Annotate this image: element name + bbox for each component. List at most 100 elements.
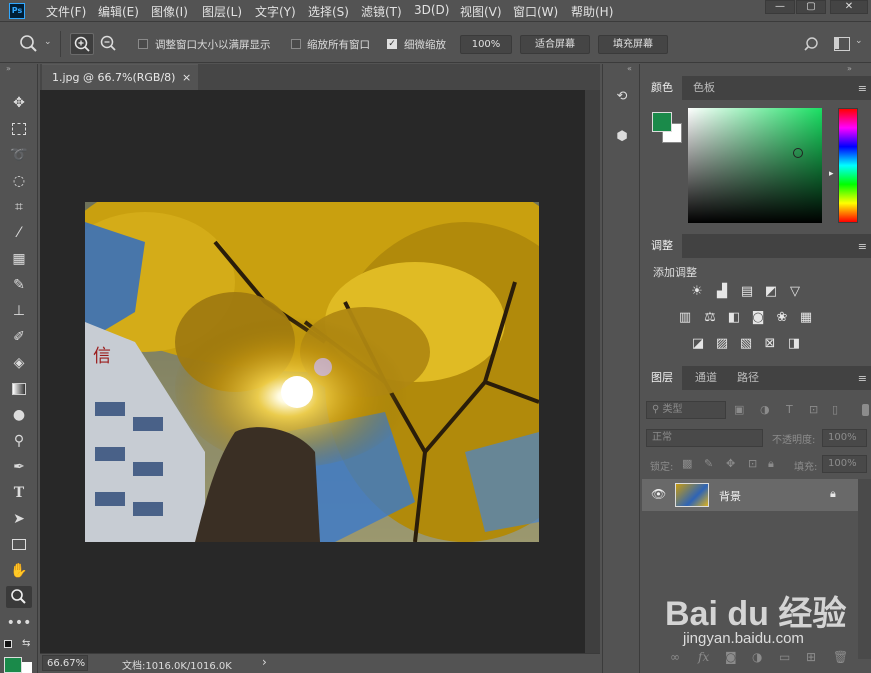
fill-input[interactable]: 100%	[822, 455, 867, 473]
menu-view[interactable]: 视图(V)	[460, 3, 502, 20]
eyedropper-tool-icon[interactable]: ⁄	[6, 222, 32, 244]
shape-filter-icon[interactable]: ⊡	[809, 401, 818, 419]
marquee-tool-icon[interactable]	[6, 118, 32, 140]
swap-colors-icon[interactable]: ⇆	[22, 638, 30, 649]
gradient-map-icon[interactable]: ◨	[785, 336, 803, 352]
color-field[interactable]	[688, 108, 822, 223]
layer-filter-select[interactable]: ⚲ 类型	[646, 401, 726, 419]
status-menu-arrow[interactable]: ›	[262, 655, 267, 669]
zoom-out-icon[interactable]	[97, 33, 121, 55]
zoom-in-icon[interactable]	[70, 33, 94, 55]
lock-transparent-icon[interactable]: ▩	[682, 455, 692, 473]
zoom-tool-icon[interactable]	[6, 586, 32, 608]
default-colors-icon[interactable]	[4, 640, 12, 648]
lock-position-icon[interactable]: ✥	[726, 455, 735, 473]
menu-3d[interactable]: 3D(D)	[414, 3, 449, 17]
opacity-input[interactable]: 100%	[822, 429, 867, 447]
layer-row[interactable]: 👁︎ 背景 🔒︎	[642, 479, 858, 511]
tab-color[interactable]: 颜色	[642, 76, 682, 100]
hue-saturation-icon[interactable]: ▥	[676, 310, 694, 326]
adjustment-filter-icon[interactable]: ◑	[760, 401, 770, 419]
history-panel-icon[interactable]: ⟲	[611, 86, 633, 108]
vertical-scrollbar[interactable]	[585, 90, 600, 653]
fit-screen-button[interactable]: 适合屏幕	[520, 35, 590, 54]
zoom-100-button[interactable]: 100%	[460, 35, 512, 54]
pen-tool-icon[interactable]: ✒	[6, 456, 32, 478]
filter-toggle[interactable]	[862, 404, 869, 416]
collapse-arrows-icon[interactable]: »	[847, 64, 852, 73]
menu-window[interactable]: 窗口(W)	[513, 3, 558, 20]
type-tool-icon[interactable]: T	[6, 482, 32, 504]
healing-brush-tool-icon[interactable]: ▦	[6, 248, 32, 270]
smart-object-filter-icon[interactable]: ▯	[832, 401, 838, 419]
tab-adjustments[interactable]: 调整	[642, 234, 682, 258]
hue-slider[interactable]	[838, 108, 858, 223]
lock-all-icon[interactable]: 🔒︎	[768, 455, 774, 473]
panel-menu-icon[interactable]: ≡	[858, 240, 867, 253]
move-tool-icon[interactable]: ✥	[6, 92, 32, 114]
selective-color-icon[interactable]: ⊠	[761, 336, 779, 352]
close-tab-icon[interactable]: ×	[182, 65, 191, 90]
posterize-icon[interactable]: ▨	[713, 336, 731, 352]
levels-icon[interactable]: ▟	[713, 284, 731, 300]
expand-arrows-icon[interactable]: «	[627, 64, 632, 73]
menu-image[interactable]: 图像(I)	[151, 3, 188, 20]
panel-menu-icon[interactable]: ≡	[858, 82, 867, 95]
properties-panel-icon[interactable]: ⬢	[611, 126, 633, 148]
quick-selection-tool-icon[interactable]: ◌	[6, 170, 32, 192]
gradient-tool-icon[interactable]	[6, 378, 32, 400]
foreground-color-swatch[interactable]	[4, 657, 22, 673]
minimize-button[interactable]: —	[765, 0, 795, 14]
visibility-eye-icon[interactable]: 👁︎	[651, 487, 666, 501]
zoom-level-field[interactable]: 66.67%	[42, 655, 88, 671]
type-filter-icon[interactable]: T	[786, 401, 793, 419]
close-button[interactable]: ✕	[830, 0, 868, 14]
hand-tool-icon[interactable]: ✋	[6, 560, 32, 582]
menu-edit[interactable]: 编辑(E)	[98, 3, 139, 20]
history-brush-tool-icon[interactable]: ✐	[6, 326, 32, 348]
more-tools-icon[interactable]: •••	[6, 612, 32, 634]
rectangle-tool-icon[interactable]	[6, 534, 32, 556]
dodge-tool-icon[interactable]: ⚲	[6, 430, 32, 452]
invert-icon[interactable]: ◪	[689, 336, 707, 352]
menu-select[interactable]: 选择(S)	[308, 3, 349, 20]
tab-paths[interactable]: 路径	[728, 366, 768, 390]
vibrance-icon[interactable]: ▽	[786, 284, 804, 300]
clone-stamp-tool-icon[interactable]: ⊥	[6, 300, 32, 322]
panel-menu-icon[interactable]: ≡	[858, 372, 867, 385]
brush-tool-icon[interactable]: ✎	[6, 274, 32, 296]
maximize-button[interactable]: ▢	[796, 0, 826, 14]
menu-type[interactable]: 文字(Y)	[255, 3, 296, 20]
black-white-icon[interactable]: ◧	[725, 310, 743, 326]
crop-tool-icon[interactable]: ⌗	[6, 196, 32, 218]
chevron-down-icon[interactable]: ⌄	[855, 36, 863, 46]
curves-icon[interactable]: ▤	[738, 284, 756, 300]
exposure-icon[interactable]: ◩	[762, 284, 780, 300]
search-icon[interactable]	[803, 35, 823, 55]
tab-swatches[interactable]: 色板	[684, 76, 724, 100]
hue-slider-marker[interactable]: ▸	[829, 169, 834, 179]
brightness-icon[interactable]: ☀	[688, 284, 706, 300]
chevron-down-icon[interactable]: ⌄	[44, 37, 52, 47]
canvas-area[interactable]: 信	[40, 90, 585, 653]
threshold-icon[interactable]: ▧	[737, 336, 755, 352]
scrubby-zoom-checkbox[interactable]: ✓	[387, 39, 397, 49]
collapse-arrows-icon[interactable]: »	[6, 64, 11, 73]
menu-filter[interactable]: 滤镜(T)	[361, 3, 402, 20]
channel-mixer-icon[interactable]: ❀	[773, 310, 791, 326]
path-selection-tool-icon[interactable]: ➤	[6, 508, 32, 530]
foreground-color-chip[interactable]	[652, 112, 672, 132]
color-lookup-icon[interactable]: ▦	[797, 310, 815, 326]
document-tab[interactable]: 1.jpg @ 66.7%(RGB/8) ×	[42, 64, 198, 90]
menu-file[interactable]: 文件(F)	[46, 3, 86, 20]
color-balance-icon[interactable]: ⚖	[701, 310, 719, 326]
photo-filter-icon[interactable]: ◙	[749, 310, 767, 326]
pixel-filter-icon[interactable]: ▣	[734, 401, 744, 419]
resize-windows-checkbox[interactable]	[138, 39, 148, 49]
menu-help[interactable]: 帮助(H)	[571, 3, 613, 20]
fill-screen-button[interactable]: 填充屏幕	[598, 35, 668, 54]
lasso-tool-icon[interactable]: ➰	[6, 144, 32, 166]
lock-artboard-icon[interactable]: ⊡	[748, 455, 757, 473]
tab-channels[interactable]: 通道	[686, 366, 726, 390]
blend-mode-select[interactable]: 正常	[646, 429, 763, 447]
